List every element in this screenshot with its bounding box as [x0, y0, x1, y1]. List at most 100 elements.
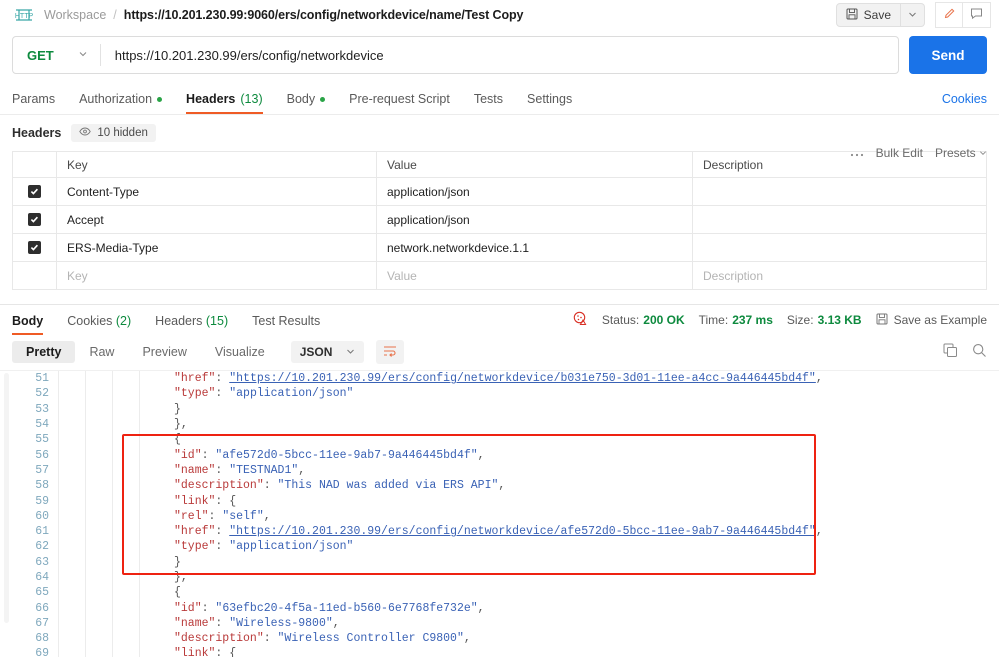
json-key: "rel" [174, 509, 209, 523]
indent-guide [85, 371, 112, 387]
request-tab-settings[interactable]: Settings [515, 92, 584, 114]
header-enabled-checkbox[interactable] [28, 241, 41, 254]
code-link[interactable]: "https://10.201.230.99/ers/config/networ… [229, 525, 816, 538]
code-line: 67 "name": "Wireless-9800", [16, 615, 999, 632]
presets-label: Presets [934, 146, 976, 160]
header-key[interactable]: ERS-Media-Type [67, 241, 158, 255]
bulk-edit-button[interactable]: Bulk Edit [876, 146, 923, 160]
indent-guides [58, 462, 166, 479]
indent-guide [58, 401, 85, 417]
indent-guide [112, 646, 139, 657]
header-enabled-checkbox[interactable] [28, 213, 41, 226]
indent-guide [112, 600, 139, 616]
request-tab-tests[interactable]: Tests [462, 92, 515, 114]
indent-guide [112, 631, 139, 647]
header-key[interactable]: Accept [67, 213, 104, 227]
header-value[interactable]: application/json [387, 213, 470, 227]
json-punct: , [263, 509, 271, 523]
word-wrap-button[interactable] [376, 340, 405, 364]
status-indicator: Status: 200 OK [602, 313, 685, 327]
header-value-placeholder[interactable]: Value [387, 269, 417, 283]
save-as-example-button[interactable]: Save as Example [876, 313, 987, 328]
line-number: 66 [35, 601, 49, 615]
indent-guide [58, 432, 85, 448]
copy-icon[interactable] [943, 343, 958, 361]
modified-dot-icon [320, 96, 326, 102]
indent-guides [58, 493, 166, 509]
request-tab-pre-request-script[interactable]: Pre-request Script [337, 92, 462, 114]
modified-dot-icon [157, 96, 163, 102]
url-input[interactable] [100, 47, 898, 63]
indent-guides [58, 432, 166, 448]
code-link[interactable]: "https://10.201.230.99/ers/config/networ… [229, 372, 816, 385]
body-view-preview[interactable]: Preview [128, 341, 200, 363]
request-tab-body[interactable]: Body [275, 92, 338, 114]
cookie-warning-icon[interactable] [573, 311, 588, 329]
indent-guide [139, 371, 166, 387]
response-tab-test-results[interactable]: Test Results [240, 314, 332, 335]
code-line: 63} [16, 554, 999, 570]
indent-guide [112, 462, 139, 479]
method-selector[interactable]: GET [13, 37, 100, 73]
word-wrap-icon [383, 345, 397, 360]
cookies-link[interactable]: Cookies [942, 92, 987, 114]
indent-guide [58, 523, 85, 540]
header-value[interactable]: application/json [387, 185, 470, 199]
header-row: ERS-Media-Type network.networkdevice.1.1 [13, 234, 986, 262]
json-punct: , [498, 479, 506, 493]
response-tab-label: Cookies [67, 314, 113, 328]
json-punct: } [174, 402, 181, 416]
line-number: 68 [35, 632, 49, 646]
request-tab-label: Body [286, 92, 316, 106]
header-key[interactable]: Content-Type [67, 185, 139, 199]
line-number: 64 [35, 571, 49, 584]
code-text: { [166, 586, 181, 599]
response-tab-cookies[interactable]: Cookies (2) [55, 314, 143, 335]
request-tab-headers[interactable]: Headers (13) [174, 92, 275, 114]
response-tab-label: Test Results [252, 314, 321, 328]
search-icon[interactable] [972, 343, 987, 361]
json-string: "This NAD was added via ERS API" [277, 479, 499, 493]
hidden-headers-toggle[interactable]: 10 hidden [71, 124, 156, 142]
indent-guide [139, 539, 166, 555]
header-value[interactable]: network.networkdevice.1.1 [387, 241, 529, 255]
code-line: 59 "link": { [16, 493, 999, 509]
body-format-select[interactable]: JSON [290, 341, 365, 363]
code-text: "href": "https://10.201.230.99/ers/confi… [166, 372, 823, 385]
json-key: "description" [174, 632, 264, 646]
json-punct: { [229, 494, 237, 508]
body-view-raw[interactable]: Raw [75, 341, 128, 363]
json-key: "type" [174, 387, 216, 401]
request-tab-params[interactable]: Params [12, 92, 67, 114]
breadcrumb-request-title[interactable]: https://10.201.230.99:9060/ers/config/ne… [124, 8, 524, 22]
indent-guide [85, 569, 112, 586]
request-tab-authorization[interactable]: Authorization [67, 92, 174, 114]
save-button[interactable]: Save [835, 3, 901, 27]
response-body-code[interactable]: 51 "href": "https://10.201.230.99/ers/con… [0, 370, 999, 657]
code-line: 51 "href": "https://10.201.230.99/ers/con… [16, 371, 999, 387]
comments-button[interactable] [963, 2, 991, 28]
response-tab-body[interactable]: Body [12, 314, 55, 335]
ellipsis-icon[interactable] [850, 146, 864, 160]
edit-request-button[interactable] [935, 2, 963, 28]
header-enabled-checkbox[interactable] [28, 185, 41, 198]
request-tab-label: Tests [473, 92, 504, 106]
send-button[interactable]: Send [909, 36, 987, 74]
indent-guide [58, 416, 85, 433]
presets-button[interactable]: Presets [935, 146, 987, 160]
json-punct: , [477, 448, 485, 462]
breadcrumb-workspace[interactable]: Workspace [44, 8, 106, 22]
header-description-placeholder[interactable]: Description [703, 269, 763, 283]
pencil-icon [943, 7, 956, 23]
response-tabs-row: Body Cookies (2) Headers (15) Test Results … [0, 305, 999, 335]
response-tab-headers[interactable]: Headers (15) [143, 314, 240, 335]
indent-guide [85, 631, 112, 647]
header-key-placeholder[interactable]: Key [67, 269, 88, 283]
body-view-visualize[interactable]: Visualize [201, 341, 279, 363]
json-string: "Wireless Controller C9800" [277, 632, 464, 646]
save-options-caret[interactable] [901, 3, 925, 27]
line-number: 67 [35, 616, 49, 630]
indent-guide [139, 401, 166, 417]
body-view-pretty[interactable]: Pretty [12, 341, 76, 363]
indent-guides [58, 600, 166, 616]
